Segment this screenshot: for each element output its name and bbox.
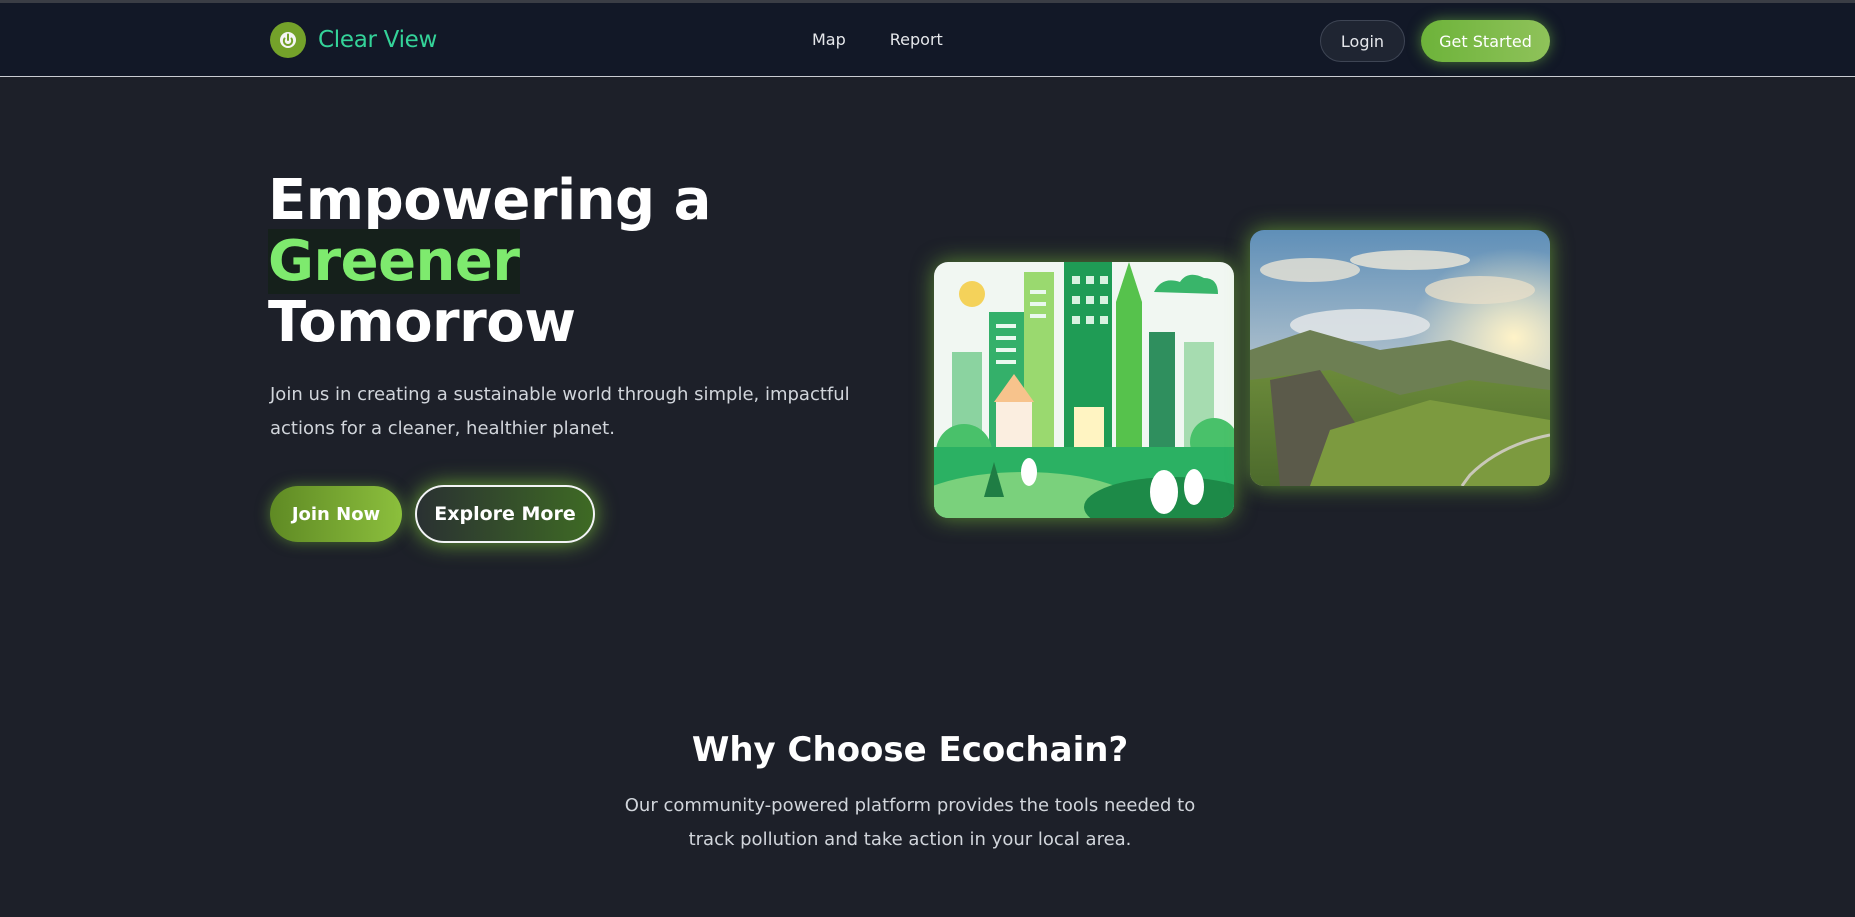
main-nav: Map Report — [812, 30, 943, 49]
join-now-button[interactable]: Join Now — [270, 486, 402, 542]
power-icon — [270, 22, 306, 58]
brand-logo-link[interactable]: Clear View — [270, 22, 437, 58]
landscape-photo — [1250, 230, 1550, 486]
hero-title-line3: Tomorrow — [268, 290, 576, 355]
explore-more-button[interactable]: Explore More — [415, 485, 595, 543]
why-title: Why Choose Ecochain? — [691, 730, 1129, 770]
brand-name: Clear View — [318, 27, 438, 53]
nav-link-map[interactable]: Map — [812, 30, 846, 49]
hero-title: Empowering a Greener Tomorrow — [268, 170, 711, 353]
navbar: Clear View Map Report Login Get Started — [0, 3, 1855, 77]
nav-link-report[interactable]: Report — [890, 30, 943, 49]
hero-title-highlight: Greener — [268, 229, 520, 294]
hero-title-line1: Empowering a — [268, 168, 711, 233]
login-button[interactable]: Login — [1320, 20, 1405, 62]
get-started-button[interactable]: Get Started — [1421, 20, 1550, 62]
hero-description: Join us in creating a sustainable world … — [270, 384, 850, 439]
why-description: Our community-powered platform provides … — [624, 795, 1196, 850]
green-city-illustration — [934, 262, 1234, 518]
